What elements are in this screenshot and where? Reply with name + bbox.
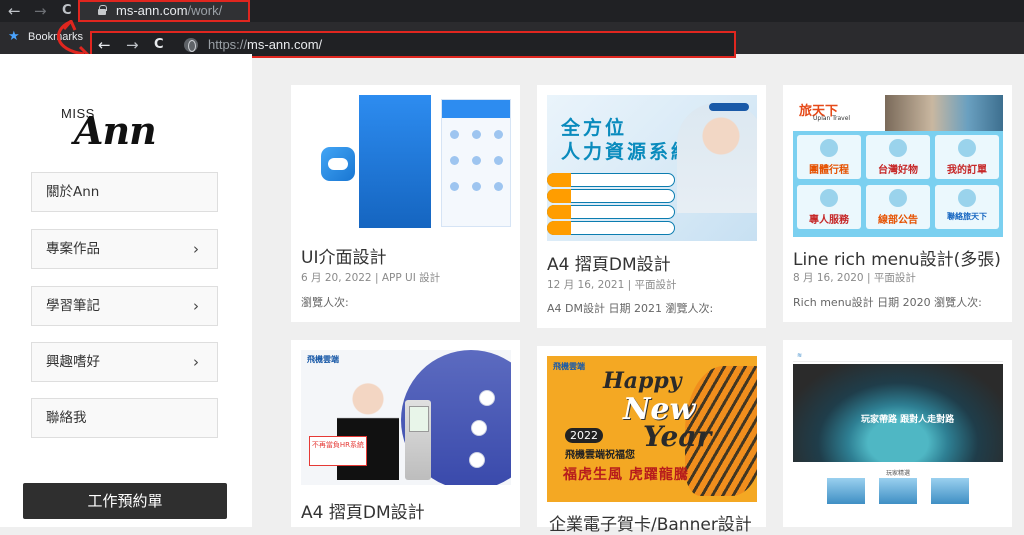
feature-dot-icon (479, 390, 495, 406)
sidebar-item-label: 學習筆記 (46, 298, 100, 314)
thumb-year-tag: 2022 (565, 428, 603, 443)
back-arrow-icon[interactable]: ← (98, 37, 111, 53)
sidebar-item-label: 關於Ann (46, 184, 100, 200)
forward-arrow-icon[interactable]: → (126, 37, 139, 53)
forward-arrow-icon[interactable]: → (34, 3, 47, 19)
thumb-badge: 不再當負HR系統 (309, 436, 367, 466)
thumb-headline-2: 人力資源系統 (561, 141, 694, 163)
lock-icon (98, 5, 107, 15)
thumb-brand: 飛機雲端 (553, 362, 585, 371)
rich-menu-tile: 專人服務 (797, 185, 861, 229)
url-host: ms-ann.com (116, 3, 188, 18)
feature-dot-icon (469, 452, 485, 468)
sidebar-item-about[interactable]: 關於Ann (31, 172, 218, 212)
splash-screen (359, 95, 431, 228)
url-host: ms-ann.com/ (247, 37, 323, 52)
reload-icon[interactable]: C (62, 3, 72, 19)
brand-logo-icon (709, 103, 749, 111)
sidebar-item-label: 專案作品 (46, 241, 100, 257)
bookmark-star-icon: ★ (8, 29, 20, 44)
card-title[interactable]: A4 摺頁DM設計 (547, 250, 671, 275)
phone-mockup (441, 99, 511, 227)
card-title[interactable]: Line rich menu設計(多張) (793, 245, 1001, 270)
card-meta: 12 月 16, 2021 | 平面設計 (547, 279, 677, 291)
card-title[interactable]: UI介面設計 (301, 243, 386, 268)
feature-dot-icon (471, 420, 487, 436)
portfolio-card-website[interactable]: ≋ 玩家帶路 跟對人走對路 玩家精選 (783, 340, 1012, 527)
sidebar-item-label: 聯絡我 (46, 410, 87, 426)
rich-menu-tile: 線部公告 (866, 185, 930, 229)
sidebar-item-label: 興趣嗜好 (46, 354, 100, 370)
url-scheme: https:// (208, 37, 248, 52)
card-meta: 8 月 16, 2020 | 平面設計 (793, 272, 916, 284)
portfolio-card-richmenu[interactable]: 旅天下 Uplan Travel 團體行程 台灣好物 我的訂單 專人服務 線部公… (783, 85, 1012, 322)
thumb-wish: 飛機雲端祝福您 (565, 450, 635, 461)
business-people-photo (677, 103, 757, 213)
site-logo-icon: ≋ (797, 352, 803, 359)
sidebar-item-projects[interactable]: 專案作品 › (31, 229, 218, 269)
thumb-section: 玩家精選 (885, 470, 910, 477)
sidebar: MISS Ann 關於Ann 專案作品 › 學習筆記 › 興趣嗜好 › 聯絡我 … (0, 54, 252, 527)
thumb-year: Year (643, 420, 712, 453)
portfolio-card-dm[interactable]: 全方位 人力資源系統 A4 摺頁DM設計 12 月 16, 2021 | 平面設… (537, 85, 766, 328)
card-thumbnail[interactable]: 飛機雲端 Happy New Year 2022 飛機雲端祝福您 福虎生風 虎躍… (547, 356, 757, 502)
work-booking-button[interactable]: 工作預約單 (23, 483, 227, 519)
chevron-right-icon: › (193, 297, 199, 315)
card-thumbnail[interactable] (301, 95, 511, 229)
chevron-right-icon: › (193, 240, 199, 258)
card-views: A4 DM設計 日期 2021 瀏覽人次: (547, 302, 714, 315)
card-views: 瀏覽人次: (301, 296, 349, 309)
site-logo[interactable]: MISS Ann (58, 104, 198, 154)
card-title[interactable]: A4 摺頁DM設計 (301, 498, 425, 523)
mini-photo (879, 478, 917, 504)
thumb-caption: 玩家帶路 跟對人走對路 (861, 415, 955, 425)
portfolio-card-greeting[interactable]: 飛機雲端 Happy New Year 2022 飛機雲端祝福您 福虎生風 虎躍… (537, 346, 766, 535)
travel-photo (885, 95, 1003, 131)
thumb-happy: Happy (603, 368, 682, 394)
back-arrow-icon[interactable]: ← (8, 3, 21, 19)
cloud-app-icon (321, 147, 355, 181)
card-meta: 6 月 20, 2022 | APP UI 設計 (301, 272, 441, 284)
card-thumbnail[interactable]: ≋ 玩家帶路 跟對人走對路 玩家精選 (793, 350, 1003, 515)
kiosk-device (405, 400, 431, 480)
sidebar-item-contact[interactable]: 聯絡我 (31, 398, 218, 438)
thumb-headline-1: 全方位 (561, 117, 628, 139)
card-thumbnail[interactable]: 全方位 人力資源系統 (547, 95, 757, 241)
globe-icon (184, 38, 198, 52)
card-thumbnail[interactable]: 旅天下 Uplan Travel 團體行程 台灣好物 我的訂單 專人服務 線部公… (793, 95, 1003, 237)
rich-menu-tile: 台灣好物 (866, 135, 930, 179)
address-bar[interactable]: ms-ann.com/work/ (78, 0, 250, 22)
mini-photo (931, 478, 969, 504)
mini-photo (827, 478, 865, 504)
portfolio-card-dm-2[interactable]: 飛機雲端 不再當負HR系統 A4 摺頁DM設計 (291, 340, 520, 527)
portfolio-card-ui[interactable]: UI介面設計 6 月 20, 2022 | APP UI 設計 瀏覽人次: (291, 85, 520, 322)
card-thumbnail[interactable]: 飛機雲端 不再當負HR系統 (301, 350, 511, 485)
browser-tab-bar: ← → C ms-ann.com/work/ (0, 0, 1024, 22)
rich-menu-tile: 聯絡旅天下 (935, 185, 999, 229)
rich-menu-tile: 團體行程 (797, 135, 861, 179)
rich-menu-tile: 我的訂單 (935, 135, 999, 179)
sidebar-item-notes[interactable]: 學習筆記 › (31, 286, 218, 326)
callout-url: https://ms-ann.com/ (208, 37, 322, 52)
sidebar-item-hobbies[interactable]: 興趣嗜好 › (31, 342, 218, 382)
reload-icon[interactable]: C (154, 37, 164, 53)
cave-photo: 玩家帶路 跟對人走對路 (793, 364, 1003, 462)
logo-big-text: Ann (74, 108, 157, 153)
thumb-brand-sub: Uplan Travel (813, 115, 851, 122)
chevron-right-icon: › (193, 353, 199, 371)
card-title[interactable]: 企業電子賀卡/Banner設計 (549, 510, 752, 535)
url-path: /work/ (187, 3, 223, 18)
thumb-brand: 飛機雲端 (307, 355, 339, 364)
thumb-phrase: 福虎生風 虎躍龍騰 (563, 467, 689, 483)
card-views: Rich menu設計 日期 2020 瀏覽人次: (793, 296, 982, 309)
